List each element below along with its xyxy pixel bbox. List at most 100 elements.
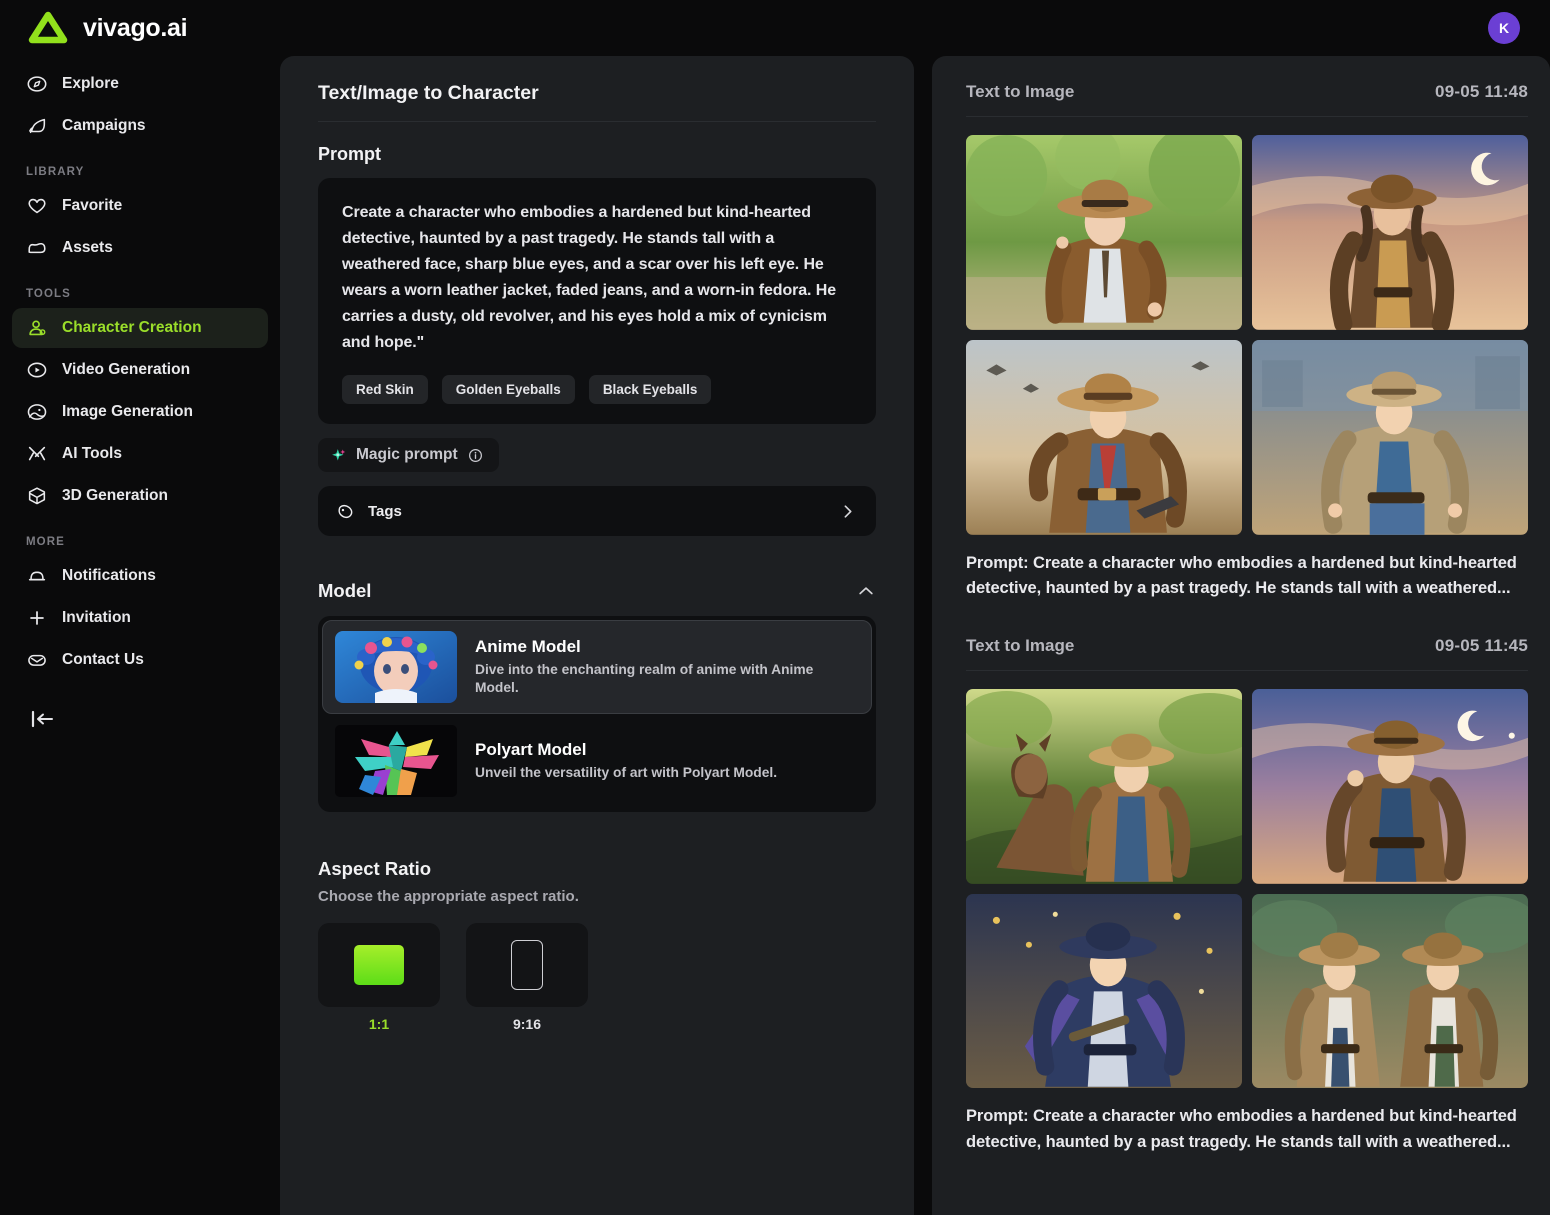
sidebar-item-video-generation[interactable]: Video Generation	[12, 350, 268, 390]
plus-icon	[30, 611, 44, 625]
magic-prompt-button[interactable]: Magic prompt	[318, 438, 499, 473]
feed-thumbnail-2[interactable]	[1252, 135, 1528, 330]
tags-label: Tags	[368, 502, 402, 520]
cube-icon	[28, 487, 46, 505]
sidebar-section-library: LIBRARY	[26, 166, 85, 178]
sidebar-item-image-generation[interactable]: Image Generation	[12, 392, 268, 432]
sidebar-item-label: Character Creation	[62, 319, 202, 336]
feed-thumbnail-8[interactable]	[1252, 893, 1528, 1089]
feed-group: Text to Image 09-05 11:45 Prompt: Create…	[966, 636, 1528, 1156]
aspect-ratio-options: 1:1 9:16	[318, 923, 876, 1032]
compass-icon	[27, 76, 47, 92]
feed-thumbnail-7[interactable]	[966, 893, 1242, 1089]
sidebar-item-label: Favorite	[62, 197, 123, 214]
heart-icon	[28, 198, 46, 214]
feed-group-header: Text to Image 09-05 11:48	[966, 82, 1528, 117]
generated-image-sunset-cowboy	[1252, 135, 1528, 330]
generation-feed-panel: Text to Image 09-05 11:48 Prompt: Create…	[932, 56, 1550, 1215]
sidebar-item-invitation[interactable]: Invitation	[12, 598, 268, 638]
generated-image-forest-detective	[966, 135, 1242, 330]
sidebar-item-label: 3D Generation	[62, 487, 168, 504]
generated-image-falling-leaves-detective	[966, 893, 1242, 1089]
folder-icon	[28, 242, 46, 254]
tags-row[interactable]: Tags	[318, 486, 876, 537]
polyart-model-art-icon	[335, 725, 457, 798]
model-section-label: Model	[318, 580, 372, 602]
aspect-option-9-16[interactable]: 9:16	[466, 923, 588, 1032]
sidebar-item-label: Notifications	[62, 567, 156, 584]
sidebar-item-label: Contact Us	[62, 651, 144, 668]
sidebar-item-character-creation[interactable]: Character Creation	[12, 308, 268, 348]
top-bar: vivago.ai K	[0, 0, 1550, 56]
brand-logo[interactable]: vivago.ai	[26, 8, 188, 48]
feed-caption: Prompt: Create a character who embodies …	[966, 1107, 1517, 1151]
chevron-right-icon	[844, 505, 852, 518]
envelope-icon	[28, 654, 46, 666]
sidebar-item-label: Invitation	[62, 609, 131, 626]
anime-model-art-icon	[335, 631, 457, 704]
avatar[interactable]: K	[1488, 12, 1520, 44]
chevron-up-icon[interactable]	[856, 581, 876, 601]
feed-group: Text to Image 09-05 11:48 Prompt: Create…	[966, 82, 1528, 602]
feed: Text to Image 09-05 11:48 Prompt: Create…	[932, 82, 1550, 1156]
model-info: Polyart Model Unveil the versatility of …	[475, 740, 777, 783]
prompt-label: Prompt	[318, 144, 381, 164]
aspect-tile[interactable]	[318, 923, 440, 1008]
aspect-option-1-1[interactable]: 1:1	[318, 923, 440, 1032]
aspect-ratio-label: Aspect Ratio	[318, 858, 432, 880]
sidebar-item-label: Campaigns	[62, 117, 146, 134]
model-name: Anime Model	[475, 636, 581, 656]
feed-kind-label: Text to Image	[966, 635, 1075, 655]
model-description: Dive into the enchanting realm of anime …	[475, 661, 814, 696]
aspect-shape-square-icon	[354, 945, 404, 986]
model-name: Polyart Model	[475, 740, 587, 760]
feed-timestamp: 09-05 11:48	[1435, 82, 1528, 101]
model-card-polyart[interactable]: Polyart Model Unveil the versatility of …	[322, 714, 872, 808]
feed-thumbnail-6[interactable]	[1252, 688, 1528, 884]
sidebar-item-explore[interactable]: Explore	[12, 64, 268, 104]
editor-panel: Text/Image to Character Prompt Create a …	[280, 56, 914, 1215]
sidebar-section-more: MORE	[26, 536, 65, 548]
magic-prompt-row: Magic prompt	[318, 438, 876, 473]
feed-group-header: Text to Image 09-05 11:45	[966, 636, 1528, 671]
collapse-sidebar-button[interactable]	[30, 704, 60, 734]
sidebar-item-ai-tools[interactable]: AI Tools	[12, 434, 268, 474]
collapse-sidebar-icon	[31, 710, 53, 728]
feed-image-grid	[966, 135, 1528, 535]
sidebar-item-favorite[interactable]: Favorite	[12, 186, 268, 226]
sidebar-item-notifications[interactable]: Notifications	[12, 556, 268, 596]
model-info: Anime Model Dive into the enchanting rea…	[475, 637, 859, 698]
aspect-tile[interactable]	[466, 923, 588, 1008]
bell-icon	[28, 571, 46, 581]
suggestion-chip-black-eyeballs[interactable]: Black Eyeballs	[588, 375, 712, 405]
feed-kind-label: Text to Image	[966, 82, 1075, 101]
feed-timestamp: 09-05 11:45	[1435, 635, 1528, 655]
feed-thumbnail-5[interactable]	[966, 688, 1242, 884]
prompt-box[interactable]: Create a character who embodies a harden…	[318, 178, 876, 425]
suggestion-chip-golden-eyeballs[interactable]: Golden Eyeballs	[441, 375, 575, 405]
feed-thumbnail-3[interactable]	[966, 339, 1242, 535]
model-thumbnail	[335, 631, 457, 704]
prompt-input[interactable]: Create a character who embodies a harden…	[342, 200, 852, 355]
magic-prompt-label: Magic prompt	[356, 446, 458, 464]
sidebar-item-assets[interactable]: Assets	[12, 228, 268, 268]
suggestion-chip-red-skin[interactable]: Red Skin	[342, 375, 428, 405]
feed-thumbnail-4[interactable]	[1252, 339, 1528, 535]
generated-image-blue-shirt-detective	[1252, 339, 1528, 535]
megaphone-icon	[29, 118, 46, 134]
info-icon[interactable]	[467, 447, 484, 464]
sidebar-item-campaigns[interactable]: Campaigns	[12, 106, 268, 146]
feed-image-grid	[966, 688, 1528, 1089]
aspect-ratio-hint: Choose the appropriate aspect ratio.	[318, 888, 579, 906]
sidebar-section-tools: TOOLS	[26, 288, 71, 300]
feed-thumbnail-1[interactable]	[966, 135, 1242, 330]
generated-image-jungle-horse-rider	[966, 688, 1242, 884]
sidebar-item-3d-generation[interactable]: 3D Generation	[12, 476, 268, 516]
page-title: Text/Image to Character	[318, 82, 876, 122]
model-card-anime[interactable]: Anime Model Dive into the enchanting rea…	[322, 620, 872, 715]
model-list: Anime Model Dive into the enchanting rea…	[318, 616, 876, 813]
suggestion-chip-row: Red Skin Golden Eyeballs Black Eyeballs	[342, 375, 852, 405]
sidebar-item-contact-us[interactable]: Contact Us	[12, 640, 268, 680]
body-row: Explore Campaigns LIBRARY Favorite Asset…	[0, 56, 1550, 1215]
feed-caption: Prompt: Create a character who embodies …	[966, 553, 1517, 598]
